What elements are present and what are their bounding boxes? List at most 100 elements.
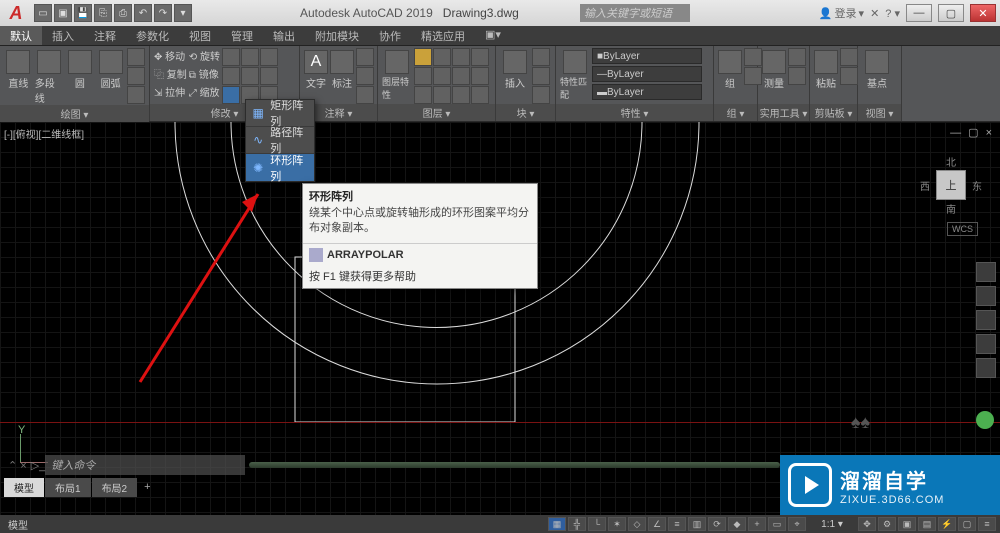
status-otrack-icon[interactable]: ∠ xyxy=(648,517,666,531)
tool-text[interactable]: A文字 xyxy=(304,48,328,104)
color-combo[interactable]: ■ ByLayer xyxy=(592,48,702,64)
linetype-combo[interactable]: — ByLayer xyxy=(592,66,702,82)
layer-state-icon[interactable] xyxy=(452,48,470,66)
tool-line[interactable]: 直线 xyxy=(4,48,33,105)
tool-layer-properties[interactable]: 图层特性 xyxy=(382,48,412,104)
status-osnap-icon[interactable]: ◇ xyxy=(628,517,646,531)
status-3dosnap-icon[interactable]: ◆ xyxy=(728,517,746,531)
clip-tool-icon[interactable] xyxy=(840,67,858,85)
modify-tool-icon[interactable] xyxy=(260,67,278,85)
qat-save-icon[interactable]: 💾 xyxy=(74,4,92,22)
command-history-icon[interactable]: ⌃ × xyxy=(4,459,31,472)
tool-polyline[interactable]: 多段线 xyxy=(35,48,64,105)
tool-rotate[interactable]: ⟲ 旋转 xyxy=(189,48,220,63)
draw-extra-icon[interactable] xyxy=(127,67,145,85)
qat-more-icon[interactable]: ▾ xyxy=(174,4,192,22)
panel-view-label[interactable]: 视图 ▾ xyxy=(858,104,901,121)
ribbon-tab-manage[interactable]: 管理 xyxy=(221,26,263,45)
block-tool-icon[interactable] xyxy=(532,86,550,104)
qat-open-icon[interactable]: ▣ xyxy=(54,4,72,22)
layer-tool-icon[interactable] xyxy=(471,67,489,85)
status-sc-icon[interactable]: ⌖ xyxy=(788,517,806,531)
tool-dimension[interactable]: 标注 xyxy=(330,48,354,104)
tool-scale[interactable]: ⤢ 缩放 xyxy=(189,84,220,99)
tool-base[interactable]: 基点 xyxy=(862,48,892,104)
layer-tool-icon[interactable] xyxy=(452,67,470,85)
draw-extra-icon[interactable] xyxy=(127,48,145,66)
panel-props-label[interactable]: 特性 ▾ xyxy=(556,104,713,121)
status-isoplane-icon[interactable]: ▤ xyxy=(918,517,936,531)
panel-clip-label[interactable]: 剪贴板 ▾ xyxy=(810,104,857,121)
status-grid-icon[interactable]: ▦ xyxy=(548,517,566,531)
block-tool-icon[interactable] xyxy=(532,67,550,85)
layer-tool-icon[interactable] xyxy=(433,86,451,104)
layer-tool-icon[interactable] xyxy=(433,67,451,85)
layer-state-icon[interactable] xyxy=(471,48,489,66)
search-input[interactable]: 输入关键字或短语 xyxy=(580,4,690,22)
status-transparency-icon[interactable]: ▥ xyxy=(688,517,706,531)
ribbon-tab-annotate[interactable]: 注释 xyxy=(84,26,126,45)
panel-group-label[interactable]: 组 ▾ xyxy=(714,104,757,121)
maximize-button[interactable]: ▢ xyxy=(938,4,964,22)
tool-match-properties[interactable]: 特性匹配 xyxy=(560,48,590,104)
ribbon-tab-view[interactable]: 视图 xyxy=(179,26,221,45)
ribbon-tab-collab[interactable]: 协作 xyxy=(369,26,411,45)
status-model-label[interactable]: 模型 xyxy=(8,517,28,532)
panel-layers-label[interactable]: 图层 ▾ xyxy=(378,104,495,121)
ribbon-tab-addins[interactable]: 附加模块 xyxy=(305,26,369,45)
status-ortho-icon[interactable]: └ xyxy=(588,517,606,531)
tool-move[interactable]: ✥ 移动 xyxy=(154,48,187,63)
layer-tool-icon[interactable] xyxy=(414,67,432,85)
annot-tool-icon[interactable] xyxy=(356,67,374,85)
status-annoscale-icon[interactable]: ✥ xyxy=(858,517,876,531)
layer-state-icon[interactable] xyxy=(414,48,432,66)
app-logo[interactable]: A xyxy=(4,1,28,25)
util-tool-icon[interactable] xyxy=(788,67,806,85)
panel-util-label[interactable]: 实用工具 ▾ xyxy=(758,104,809,121)
layer-tool-icon[interactable] xyxy=(471,86,489,104)
ribbon-tab-extra[interactable]: ▣▾ xyxy=(475,26,511,45)
status-cleanscreen-icon[interactable]: ▢ xyxy=(958,517,976,531)
status-hardware-icon[interactable]: ⚡ xyxy=(938,517,956,531)
modify-tool-icon[interactable] xyxy=(222,48,240,66)
menu-item-path-array[interactable]: ∿路径阵列 xyxy=(246,127,314,154)
layer-tool-icon[interactable] xyxy=(414,86,432,104)
exchange-icon[interactable]: ✕ xyxy=(870,7,879,20)
layer-state-icon[interactable] xyxy=(433,48,451,66)
help-icon[interactable]: ? ▾ xyxy=(885,7,900,20)
menu-item-polar-array[interactable]: ✺环形阵列 xyxy=(246,154,314,181)
tool-stretch[interactable]: ⇲ 拉伸 xyxy=(154,84,187,99)
panel-block-label[interactable]: 块 ▾ xyxy=(496,104,555,121)
lineweight-combo[interactable]: ▬ ByLayer xyxy=(592,84,702,100)
status-scale[interactable]: 1:1 ▾ xyxy=(808,519,856,530)
minimize-button[interactable]: — xyxy=(906,4,932,22)
annot-tool-icon[interactable] xyxy=(356,48,374,66)
qat-new-icon[interactable]: ▭ xyxy=(34,4,52,22)
status-qp-icon[interactable]: ▭ xyxy=(768,517,786,531)
layer-tool-icon[interactable] xyxy=(452,86,470,104)
status-snap-icon[interactable]: ╬ xyxy=(568,517,586,531)
status-dyn-icon[interactable]: + xyxy=(748,517,766,531)
status-monitor-icon[interactable]: ▣ xyxy=(898,517,916,531)
modify-tool-icon[interactable] xyxy=(222,67,240,85)
close-button[interactable]: ✕ xyxy=(970,4,996,22)
command-input[interactable]: 键入命令 xyxy=(45,455,245,475)
tool-measure[interactable]: 测量 xyxy=(762,48,786,104)
ribbon-tab-featured[interactable]: 精选应用 xyxy=(411,26,475,45)
menu-item-rect-array[interactable]: ▦矩形阵列 xyxy=(246,100,314,127)
status-cycling-icon[interactable]: ⟳ xyxy=(708,517,726,531)
ribbon-tab-parametric[interactable]: 参数化 xyxy=(126,26,179,45)
tool-insert-block[interactable]: 插入 xyxy=(500,48,530,104)
layout-add-button[interactable]: + xyxy=(138,479,156,495)
qat-undo-icon[interactable]: ↶ xyxy=(134,4,152,22)
status-lwt-icon[interactable]: ≡ xyxy=(668,517,686,531)
layout-tab-model[interactable]: 模型 xyxy=(4,478,44,497)
qat-redo-icon[interactable]: ↷ xyxy=(154,4,172,22)
util-tool-icon[interactable] xyxy=(788,48,806,66)
tool-circle[interactable]: 圆 xyxy=(66,48,95,105)
modify-tool-icon[interactable] xyxy=(241,67,259,85)
status-polar-icon[interactable]: ✶ xyxy=(608,517,626,531)
status-ws-icon[interactable]: ⚙ xyxy=(878,517,896,531)
draw-extra-icon[interactable] xyxy=(127,86,145,104)
tool-arc[interactable]: 圆弧 xyxy=(96,48,125,105)
